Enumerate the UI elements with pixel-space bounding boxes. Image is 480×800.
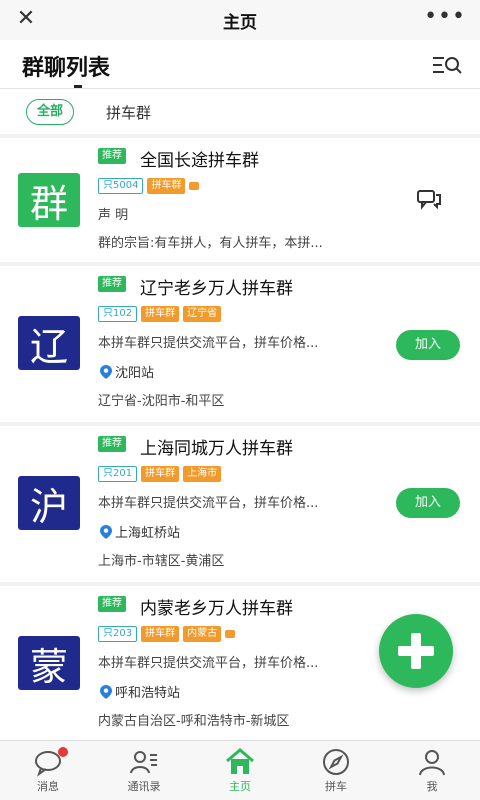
tab-label: 消息 [37,780,59,793]
group-avatar: 沪 [18,476,80,530]
empty-tag [225,630,236,638]
group-notice-title: 声 明 [98,208,129,223]
tab-me[interactable]: 我 [384,741,480,800]
region-tag: 辽宁省 [183,306,222,322]
location-name: 沈阳站 [115,366,155,381]
filter-all-chip[interactable]: 全部 [26,99,75,125]
window-title: 主页 [223,12,257,33]
tab-contacts[interactable]: 通讯录 [96,741,192,800]
tab-label: 主页 [229,780,251,793]
search-list-icon[interactable] [432,54,462,76]
group-description: 本拼车群只提供交流平台，拼车价格... [98,496,319,511]
location-name: 上海虹桥站 [115,526,181,541]
group-tags: 只203 拼车群 内蒙古 [98,626,236,642]
location-pin-icon [100,684,112,699]
page-header: 群聊列表 [0,40,480,88]
recommend-badge: 推荐 [98,596,126,612]
group-avatar: 群 [18,173,80,227]
location-name: 呼和浩特站 [115,686,181,701]
location-pin-icon [100,364,112,379]
category-tag: 拼车群 [141,466,180,482]
member-count-tag: 只5004 [98,178,144,194]
compass-icon [323,749,349,775]
recommend-badge: 推荐 [98,276,126,292]
tab-label: 我 [426,780,438,793]
top-bar: ✕ 主页 ••• [0,0,480,40]
member-count-tag: 只201 [98,466,138,482]
group-tags: 只201 拼车群 上海市 [98,466,222,482]
recommend-badge: 推荐 [98,436,126,452]
group-card[interactable]: 沪 推荐 上海同城万人拼车群 只201 拼车群 上海市 本拼车群只提供交流平台，… [0,426,480,582]
join-button[interactable]: 加入 [396,330,460,360]
tab-label: 通讯录 [127,780,161,793]
group-description: 本拼车群只提供交流平台，拼车价格... [98,336,319,351]
category-tag: 拼车群 [147,178,186,194]
filter-carpool-chip[interactable]: 拼车群 [106,102,151,123]
group-avatar: 辽 [18,316,80,370]
tab-carpool[interactable]: 拼车 [288,741,384,800]
add-group-button[interactable] [379,614,453,688]
region-tag: 上海市 [183,466,222,482]
group-tags: 只102 拼车群 辽宁省 [98,306,222,322]
contacts-icon [130,751,157,774]
group-description: 群的宗旨:有车拼人，有人拼车，本拼... [98,236,323,251]
group-card[interactable]: 群 推荐 全国长途拼车群 只5004 拼车群 声 明 群的宗旨:有车拼人，有人拼… [0,138,480,262]
member-count-tag: 只203 [98,626,138,642]
group-avatar: 蒙 [18,636,80,690]
recommend-badge: 推荐 [98,148,126,164]
more-icon[interactable]: ••• [424,4,466,29]
tab-messages[interactable]: 消息 [0,741,96,800]
filter-bar: 全部 拼车群 [0,88,480,134]
home-icon [226,748,254,774]
category-tag: 拼车群 [141,626,180,642]
tab-home[interactable]: 主页 [192,741,288,800]
group-region: 辽宁省-沈阳市-和平区 [98,394,225,409]
group-location: 上海虹桥站 [100,522,180,541]
empty-tag [189,182,200,190]
group-name: 辽宁老乡万人拼车群 [140,279,293,299]
group-name: 内蒙老乡万人拼车群 [140,599,293,619]
group-name: 上海同城万人拼车群 [140,439,293,459]
group-card[interactable]: 辽 推荐 辽宁老乡万人拼车群 只102 拼车群 辽宁省 本拼车群只提供交流平台，… [0,266,480,422]
profile-icon [419,750,445,776]
member-count-tag: 只102 [98,306,138,322]
group-region: 内蒙古自治区-呼和浩特市-新城区 [98,714,290,729]
group-location: 沈阳站 [100,362,154,381]
category-tag: 拼车群 [141,306,180,322]
region-tag: 内蒙古 [183,626,222,642]
group-region: 上海市-市辖区-黄浦区 [98,554,225,569]
location-pin-icon [100,524,112,539]
bottom-tab-bar: 消息 通讯录 主页 拼车 我 [0,740,480,800]
group-description: 本拼车群只提供交流平台，拼车价格... [98,656,319,671]
close-icon[interactable]: ✕ [12,6,40,31]
chat-icon[interactable] [416,188,442,210]
notification-dot [58,747,68,757]
page-title: 群聊列表 [22,56,111,81]
group-name: 全国长途拼车群 [140,151,259,171]
tab-label: 拼车 [325,780,347,793]
group-tags: 只5004 拼车群 [98,178,200,194]
join-button[interactable]: 加入 [396,488,460,518]
group-location: 呼和浩特站 [100,682,180,701]
